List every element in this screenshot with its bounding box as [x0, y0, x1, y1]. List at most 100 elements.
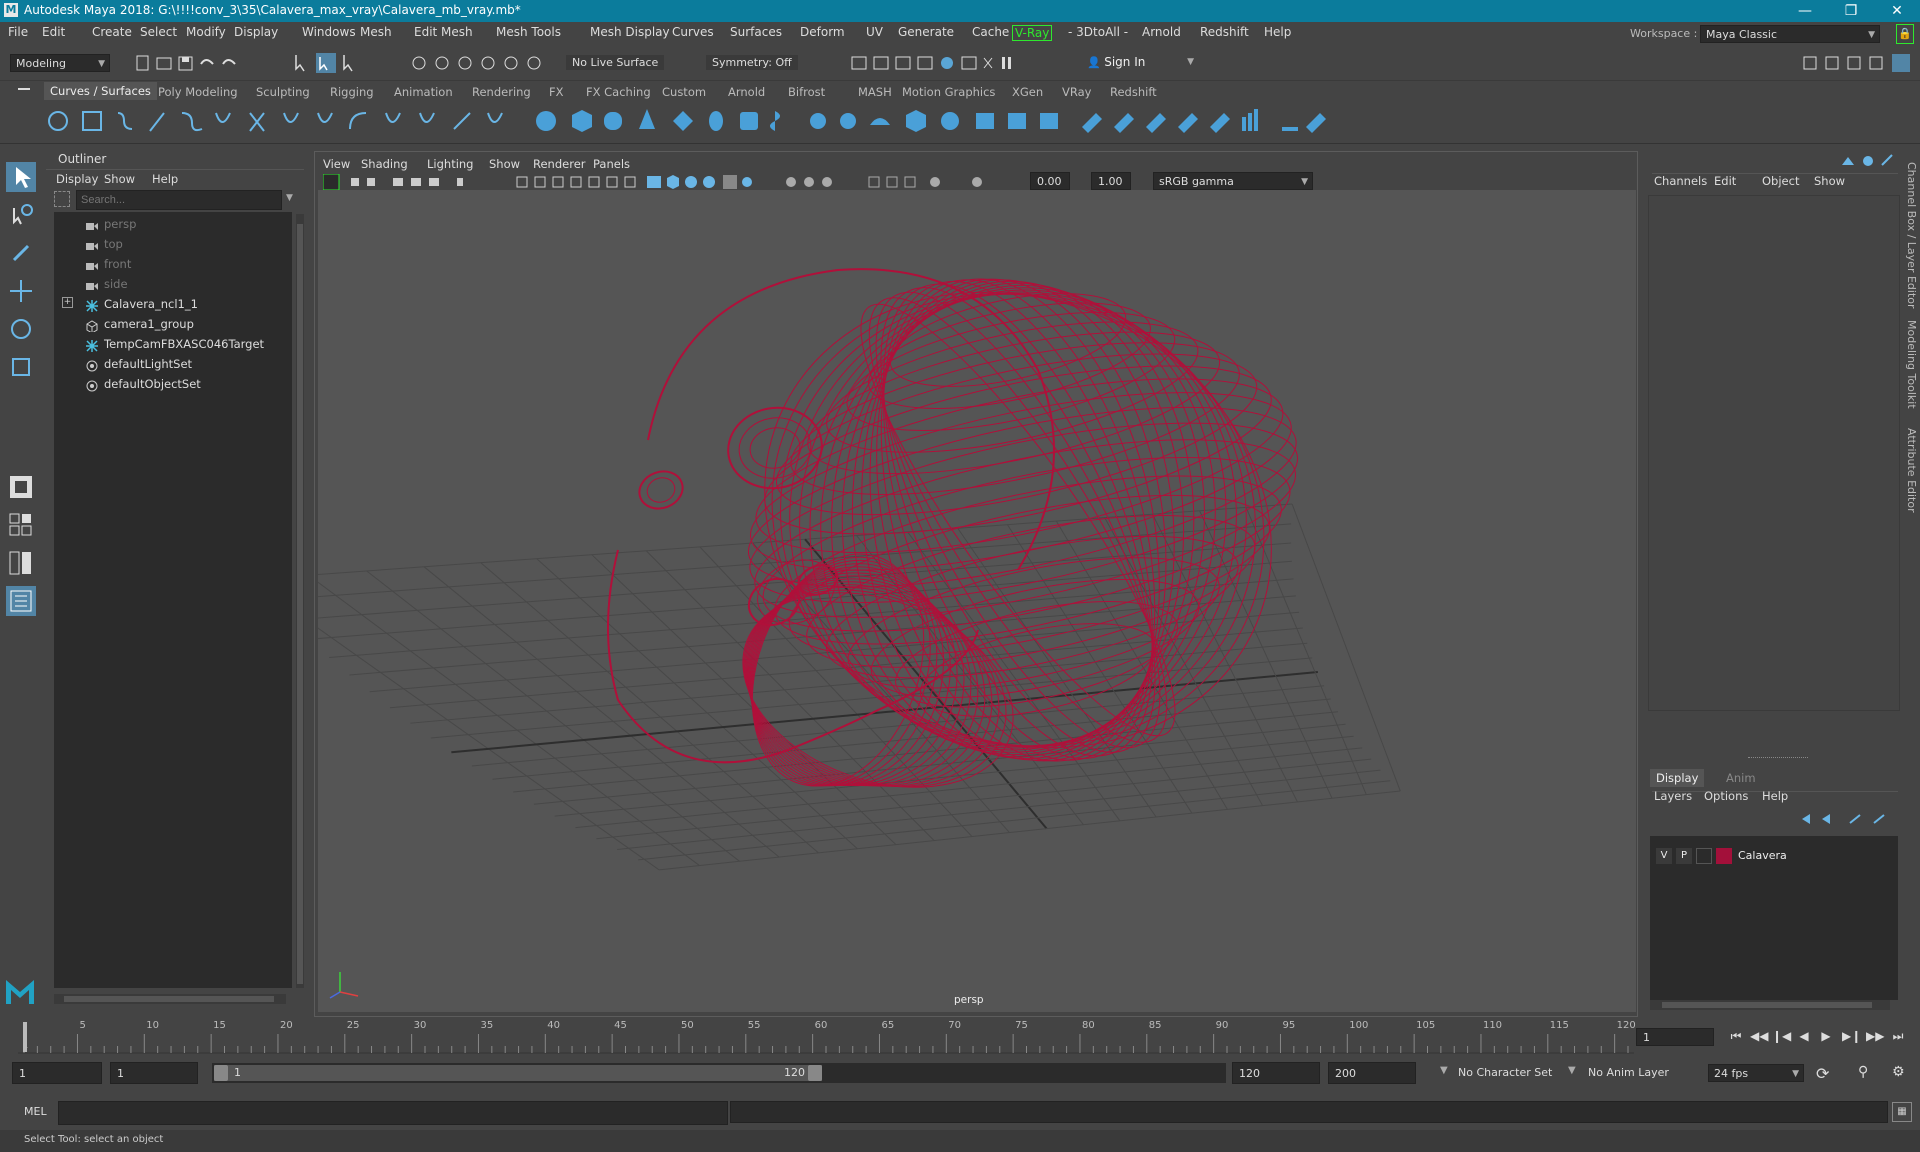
outliner-menu-display[interactable]: Display [56, 172, 98, 186]
step-forward-frame-button[interactable]: ▶❙ [1842, 1028, 1861, 1044]
expand-plus-icon[interactable]: + [62, 297, 73, 308]
shelf-tab-fx[interactable]: FX [549, 85, 564, 99]
layer-hscrollbar[interactable] [1650, 1000, 1890, 1010]
gamma-field[interactable]: 1.00 [1091, 172, 1131, 190]
menu-3dtoall[interactable]: - 3DtoAll - [1068, 25, 1128, 39]
menu-mesh-tools[interactable]: Mesh Tools [496, 25, 561, 39]
outliner-layout-button[interactable] [6, 586, 36, 616]
menu-generate[interactable]: Generate [898, 25, 954, 39]
script-language-toggle[interactable]: MEL [24, 1105, 47, 1118]
shelf-tab-vray[interactable]: VRay [1062, 85, 1091, 99]
layer-row[interactable]: V P Calavera [1650, 846, 1898, 866]
character-set-chevron-down-icon[interactable]: ▼ [1440, 1065, 1448, 1076]
shelf-tab-sculpting[interactable]: Sculpting [256, 85, 310, 99]
anim-start-field[interactable]: 1 [110, 1062, 198, 1084]
layer-tab-anim[interactable]: Anim [1720, 769, 1762, 787]
toggle-panels-icons[interactable] [1800, 53, 1910, 73]
viewport-canvas[interactable]: persp [318, 190, 1636, 1012]
shelf-tab-mash[interactable]: MASH [858, 85, 892, 99]
menu-deform[interactable]: Deform [800, 25, 845, 39]
search-options-chevron-down-icon[interactable]: ▼ [286, 193, 293, 203]
splitter-handle[interactable] [1748, 757, 1808, 760]
calavera-skull-wireframe[interactable] [607, 211, 1347, 830]
range-slider[interactable]: 1 120 [212, 1063, 1226, 1083]
anim-end-field[interactable]: 200 [1328, 1062, 1416, 1084]
channelbox-menu-show[interactable]: Show [1814, 174, 1845, 188]
anim-layer-dropdown[interactable]: No Anim Layer [1582, 1062, 1682, 1084]
viewport-menu-shading[interactable]: Shading [361, 157, 408, 171]
color-space-dropdown[interactable]: sRGB gamma ▼ [1153, 172, 1313, 190]
fps-dropdown[interactable]: 24 fps ▼ [1708, 1064, 1804, 1082]
workspace-dropdown[interactable]: Maya Classic ▼ [1700, 25, 1880, 43]
menu-arnold[interactable]: Arnold [1142, 25, 1181, 39]
maximize-button[interactable]: ❐ [1828, 0, 1874, 22]
two-view-layout-button[interactable] [6, 548, 36, 578]
rotate-tool-button[interactable] [6, 314, 36, 344]
render-icons[interactable] [850, 54, 1030, 72]
outliner-item[interactable]: camera1_group [86, 314, 194, 334]
shelf-tab-fx-caching[interactable]: FX Caching [586, 85, 651, 99]
auto-key-icon[interactable]: ⚲ [1858, 1064, 1868, 1080]
shelf-tab-custom[interactable]: Custom [662, 85, 706, 99]
panel-toggle-icons[interactable] [1838, 153, 1898, 169]
channelbox-menu-edit[interactable]: Edit [1714, 174, 1736, 188]
shelf-menu-icon[interactable] [18, 88, 30, 90]
outliner-vscrollbar[interactable] [296, 214, 304, 988]
outliner-item[interactable]: top [86, 234, 123, 254]
minimize-button[interactable]: — [1782, 0, 1828, 22]
loop-icon[interactable]: ⟳ [1816, 1064, 1829, 1083]
shelf-tab-xgen[interactable]: XGen [1012, 85, 1043, 99]
menu-help[interactable]: Help [1264, 25, 1291, 39]
play-backwards-button[interactable]: ◀ [1796, 1028, 1812, 1044]
menu-redshift[interactable]: Redshift [1200, 25, 1249, 39]
go-to-end-button[interactable]: ⏭ [1890, 1028, 1906, 1044]
filter-icon[interactable] [54, 191, 70, 207]
go-to-start-button[interactable]: ⏮ [1728, 1028, 1744, 1044]
preferences-icon[interactable]: ⚙ [1892, 1064, 1905, 1080]
menu-create[interactable]: Create [92, 25, 132, 39]
layer-playback-toggle[interactable]: P [1676, 848, 1692, 864]
file-tools-icons[interactable] [135, 54, 245, 72]
outliner-item[interactable]: front [86, 254, 131, 274]
step-back-key-button[interactable]: ◀◀ [1750, 1028, 1768, 1044]
menu-surfaces[interactable]: Surfaces [730, 25, 782, 39]
menu-edit-mesh[interactable]: Edit Mesh [414, 25, 473, 39]
mode-dropdown[interactable]: Modeling ▼ [10, 54, 110, 72]
menu-windows[interactable]: Windows [302, 25, 356, 39]
menu-edit[interactable]: Edit [42, 25, 65, 39]
outliner-search-input[interactable] [76, 190, 282, 210]
menu-select[interactable]: Select [140, 25, 177, 39]
lasso-tool-button[interactable] [6, 200, 36, 230]
outliner-item[interactable]: defaultLightSet [86, 354, 192, 374]
character-set-dropdown[interactable]: No Character Set [1452, 1062, 1562, 1084]
single-view-layout-button[interactable] [6, 472, 36, 502]
four-view-layout-button[interactable] [6, 510, 36, 540]
time-slider[interactable]: 1 5 10 15 20 25 30 35 40 45 50 55 60 65 70 75 80 85 90 95 10… [18, 1020, 1636, 1054]
start-time-field[interactable]: 1 [12, 1062, 102, 1084]
menu-uv[interactable]: UV [866, 25, 883, 39]
symmetry-field[interactable]: Symmetry: Off [706, 55, 798, 70]
menu-modify[interactable]: Modify [186, 25, 226, 39]
shelf-tab-curves-surfaces[interactable]: Curves / Surfaces [44, 82, 157, 100]
tab-modeling-toolkit[interactable]: Modeling Toolkit [1905, 320, 1918, 409]
layer-menu-help[interactable]: Help [1762, 789, 1788, 803]
end-time-field[interactable]: 120 [1232, 1062, 1320, 1084]
menu-v-ray[interactable]: V-Ray [1012, 25, 1053, 41]
lock-icon[interactable]: 🔒 [1896, 24, 1914, 44]
outliner-menu-show[interactable]: Show [104, 172, 135, 186]
channel-box-area[interactable] [1648, 195, 1900, 711]
layer-menu-options[interactable]: Options [1704, 789, 1748, 803]
tab-attribute-editor[interactable]: Attribute Editor [1905, 428, 1918, 513]
shelf-tab-bifrost[interactable]: Bifrost [788, 85, 825, 99]
outliner-hscrollbar[interactable] [54, 994, 286, 1004]
outliner-menu-help[interactable]: Help [152, 172, 178, 186]
viewport-menu-show[interactable]: Show [489, 157, 520, 171]
layer-tool-icons[interactable] [1798, 811, 1898, 827]
shelf-tab-motion-graphics[interactable]: Motion Graphics [902, 85, 995, 99]
close-button[interactable]: ✕ [1874, 0, 1920, 22]
sign-in-button[interactable]: 👤 Sign In ▼ [1082, 53, 1198, 71]
menu-mesh[interactable]: Mesh [360, 25, 392, 39]
channelbox-menu-channels[interactable]: Channels [1654, 174, 1707, 188]
menu-mesh-display[interactable]: Mesh Display [590, 25, 670, 39]
outliner-item[interactable]: persp [86, 214, 136, 234]
